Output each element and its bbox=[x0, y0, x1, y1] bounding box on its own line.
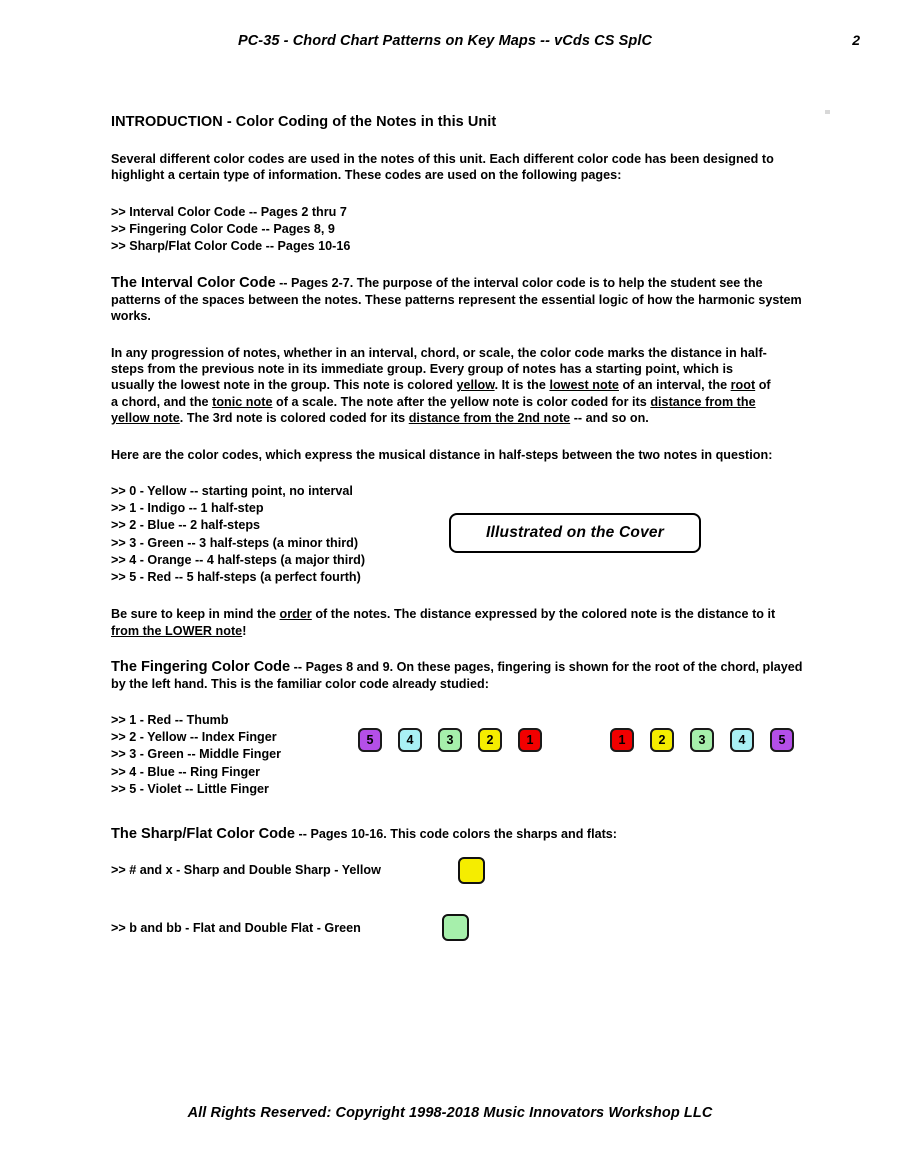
interval-section-title: The Interval Color Code bbox=[111, 275, 276, 292]
interval-explanation-paragraph: In any progression of notes, whether in … bbox=[111, 345, 779, 427]
list-item: >> 5 - Red -- 5 half-steps (a perfect fo… bbox=[111, 570, 361, 585]
fingering-section-title: The Fingering Color Code bbox=[111, 659, 291, 676]
header-title: PC-35 - Chord Chart Patterns on Key Maps… bbox=[237, 33, 653, 49]
underline-lowest-note: lowest note bbox=[549, 378, 619, 393]
underline-yellow: yellow bbox=[456, 378, 495, 393]
underline-distance-from-second: distance from the 2nd note bbox=[408, 411, 571, 426]
finger-chip: 4 bbox=[398, 727, 422, 752]
list-item: >> Sharp/Flat Color Code -- Pages 10-16 bbox=[111, 239, 351, 254]
page-header: PC-35 - Chord Chart Patterns on Key Maps… bbox=[100, 32, 860, 49]
finger-chip: 3 bbox=[438, 727, 462, 752]
interval-codes-intro: Here are the color codes, which express … bbox=[111, 447, 773, 462]
interval-order-note: Be sure to keep in mind the order of the… bbox=[111, 606, 779, 639]
sharp-flat-color-code-heading: The Sharp/Flat Color Code -- Pages 10-16… bbox=[111, 826, 811, 842]
list-item: >> Fingering Color Code -- Pages 8, 9 bbox=[111, 222, 335, 237]
sharp-flat-codes-row: >> # and x - Sharp and Double Sharp - Ye… bbox=[111, 857, 811, 972]
sharpflat-section-title: The Sharp/Flat Color Code bbox=[111, 825, 296, 842]
list-item: >> 4 - Orange -- 4 half-steps (a major t… bbox=[111, 552, 366, 567]
underline-from-lower-note: from the LOWER note bbox=[111, 623, 243, 638]
list-item: >> Interval Color Code -- Pages 2 thru 7 bbox=[111, 204, 347, 219]
document-page: PC-35 - Chord Chart Patterns on Key Maps… bbox=[0, 0, 900, 1164]
text-run: of the notes. The distance expressed by … bbox=[311, 607, 776, 622]
flat-color-swatch bbox=[442, 914, 469, 942]
finger-chip: 2 bbox=[650, 727, 674, 752]
text-run: Be sure to keep in mind the bbox=[111, 607, 280, 622]
underline-order: order bbox=[279, 607, 312, 622]
fingering-color-code-heading: The Fingering Color Code -- Pages 8 and … bbox=[111, 659, 811, 692]
document-body: INTRODUCTION - Color Coding of the Notes… bbox=[111, 114, 811, 972]
text-run: . The 3rd note is colored coded for its bbox=[179, 411, 409, 426]
intro-paragraph: Several different color codes are used i… bbox=[111, 152, 774, 183]
scan-artifact-mark bbox=[825, 110, 830, 114]
finger-chip: 2 bbox=[478, 727, 502, 752]
text-run: . It is the bbox=[494, 378, 550, 393]
finger-chip: 5 bbox=[358, 727, 382, 752]
interval-color-code-heading: The Interval Color Code -- Pages 2-7. Th… bbox=[111, 275, 811, 324]
finger-chip: 5 bbox=[770, 727, 794, 752]
code-index-list: >> Interval Color Code -- Pages 2 thru 7… bbox=[111, 204, 811, 256]
finger-chip-group-left-hand: 5 4 3 2 1 bbox=[358, 727, 542, 752]
finger-chip: 4 bbox=[730, 727, 754, 752]
text-run: of an interval, the bbox=[618, 378, 731, 393]
sharpflat-section-title-rest: -- Pages 10-16. This code colors the sha… bbox=[295, 826, 617, 841]
finger-chip: 1 bbox=[518, 727, 542, 752]
callout-label: Illustrated on the Cover bbox=[486, 524, 664, 542]
interval-codes-row: >> 0 - Yellow -- starting point, no inte… bbox=[111, 483, 811, 586]
page-footer: All Rights Reserved: Copyright 1998-2018… bbox=[0, 1104, 900, 1122]
text-run: -- and so on. bbox=[570, 411, 649, 426]
underline-root: root bbox=[730, 378, 756, 393]
list-item: >> 0 - Yellow -- starting point, no inte… bbox=[111, 484, 353, 499]
list-item: >> 5 - Violet -- Little Finger bbox=[111, 781, 269, 796]
fingering-codes-row: >> 1 - Red -- Thumb >> 2 - Yellow -- Ind… bbox=[111, 712, 811, 808]
finger-chip-group-right-hand: 1 2 3 4 5 bbox=[610, 727, 794, 752]
finger-chip: 3 bbox=[690, 727, 714, 752]
sharp-color-swatch bbox=[458, 857, 485, 885]
fingering-codes-list: >> 1 - Red -- Thumb >> 2 - Yellow -- Ind… bbox=[111, 712, 811, 798]
page-title: INTRODUCTION - Color Coding of the Notes… bbox=[111, 114, 497, 130]
list-item: >> 1 - Red -- Thumb bbox=[111, 712, 229, 727]
underline-tonic-note: tonic note bbox=[212, 394, 273, 409]
illustrated-on-cover-callout: Illustrated on the Cover bbox=[449, 513, 701, 554]
text-run: of a scale. The note after the yellow no… bbox=[272, 394, 651, 409]
copyright-text: All Rights Reserved: Copyright 1998-2018… bbox=[187, 1105, 713, 1121]
text-run: ! bbox=[242, 623, 247, 638]
finger-chip: 1 bbox=[610, 727, 634, 752]
header-page-number: 2 bbox=[852, 32, 860, 48]
list-item: >> 4 - Blue -- Ring Finger bbox=[111, 764, 261, 779]
